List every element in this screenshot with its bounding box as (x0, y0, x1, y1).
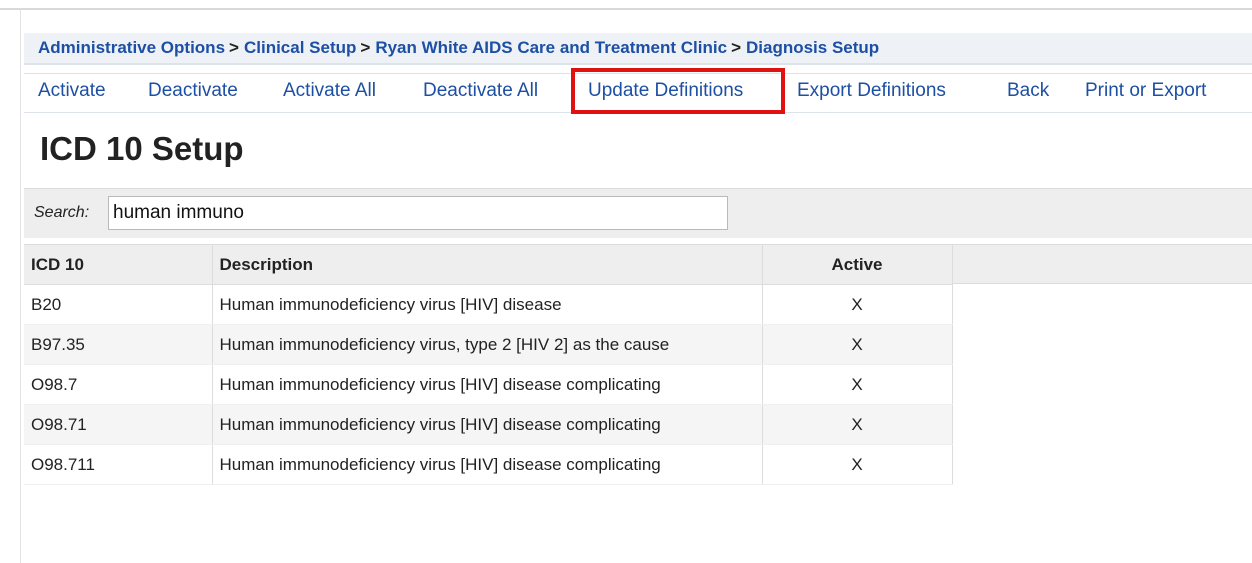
table-row[interactable]: B20 Human immunodeficiency virus [HIV] d… (24, 284, 953, 325)
back-link[interactable]: Back (1007, 80, 1049, 102)
table-row[interactable]: O98.711 Human immunodeficiency virus [HI… (24, 444, 953, 485)
deactivate-all-link[interactable]: Deactivate All (423, 80, 538, 102)
column-header-active[interactable]: Active (761, 244, 953, 285)
table-row[interactable]: B97.35 Human immunodeficiency virus, typ… (24, 324, 953, 365)
active-cell: X (761, 324, 953, 365)
activate-all-link[interactable]: Activate All (283, 80, 376, 102)
active-cell: X (761, 404, 953, 445)
search-input[interactable] (108, 196, 728, 230)
icd-code-cell: O98.71 (24, 404, 212, 445)
column-header-icd10[interactable]: ICD 10 (24, 244, 212, 285)
icd-code-cell: B97.35 (24, 324, 212, 365)
column-header-description[interactable]: Description (211, 244, 762, 285)
description-cell: Human immunodeficiency virus [HIV] disea… (211, 284, 762, 325)
active-cell: X (761, 364, 953, 405)
table-header-filler (952, 244, 1252, 284)
icd-code-cell: O98.7 (24, 364, 212, 405)
update-definitions-link[interactable]: Update Definitions (588, 80, 743, 102)
left-divider (20, 10, 21, 563)
description-cell: Human immunodeficiency virus, type 2 [HI… (211, 324, 762, 365)
activate-link[interactable]: Activate (38, 80, 106, 102)
icd-code-cell: B20 (24, 284, 212, 325)
search-label: Search: (34, 204, 90, 221)
breadcrumb-diagnosis-setup[interactable]: Diagnosis Setup (746, 38, 879, 57)
page-title: ICD 10 Setup (40, 130, 244, 167)
print-or-export-link[interactable]: Print or Export (1085, 80, 1206, 102)
top-divider (0, 8, 1252, 10)
breadcrumb-separator: > (731, 38, 741, 57)
active-cell: X (761, 444, 953, 485)
icd-code-cell: O98.711 (24, 444, 212, 485)
active-cell: X (761, 284, 953, 325)
breadcrumb-clinical-setup[interactable]: Clinical Setup (244, 38, 356, 57)
description-cell: Human immunodeficiency virus [HIV] disea… (211, 364, 762, 405)
export-definitions-link[interactable]: Export Definitions (797, 80, 946, 102)
breadcrumb: Administrative Options > Clinical Setup > Ry… (24, 33, 1252, 65)
breadcrumb-administrative-options[interactable]: Administrative Options (38, 38, 225, 57)
description-cell: Human immunodeficiency virus [HIV] disea… (211, 404, 762, 445)
icd10-table: ICD 10 Description Active B20 Human immu… (24, 244, 953, 485)
table-row[interactable]: O98.71 Human immunodeficiency virus [HIV… (24, 404, 953, 445)
table-header-row: ICD 10 Description Active (24, 244, 953, 285)
description-cell: Human immunodeficiency virus [HIV] disea… (211, 444, 762, 485)
deactivate-link[interactable]: Deactivate (148, 80, 238, 102)
breadcrumb-clinic[interactable]: Ryan White AIDS Care and Treatment Clini… (375, 38, 727, 57)
action-bar: Activate Deactivate Activate All Deactiv… (24, 73, 1252, 113)
breadcrumb-separator: > (229, 38, 239, 57)
breadcrumb-separator: > (360, 38, 371, 57)
table-row[interactable]: O98.7 Human immunodeficiency virus [HIV]… (24, 364, 953, 405)
